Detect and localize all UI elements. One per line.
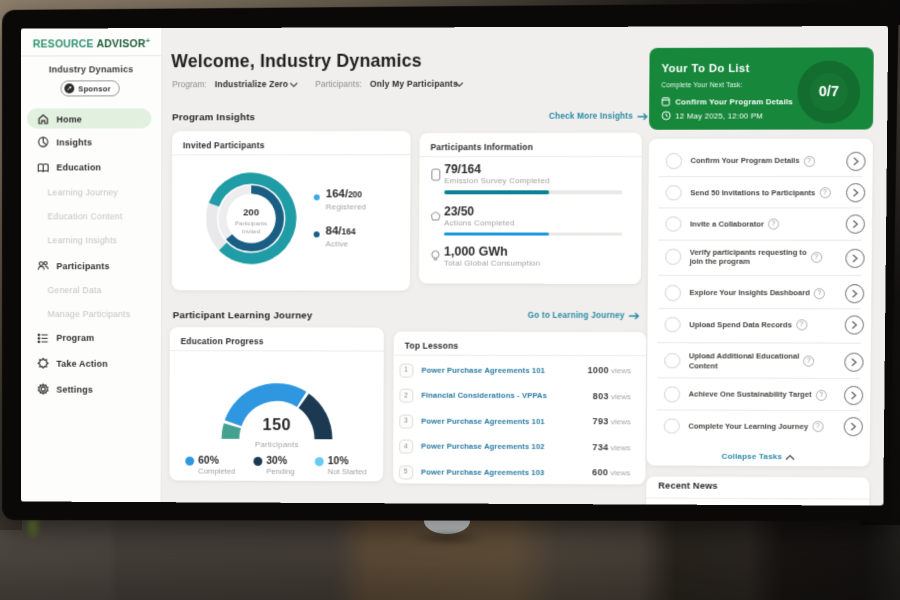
svg-text:200: 200 [243,208,259,219]
svg-text:Participants: Participants [235,221,267,228]
svg-text:Invited: Invited [242,228,261,235]
